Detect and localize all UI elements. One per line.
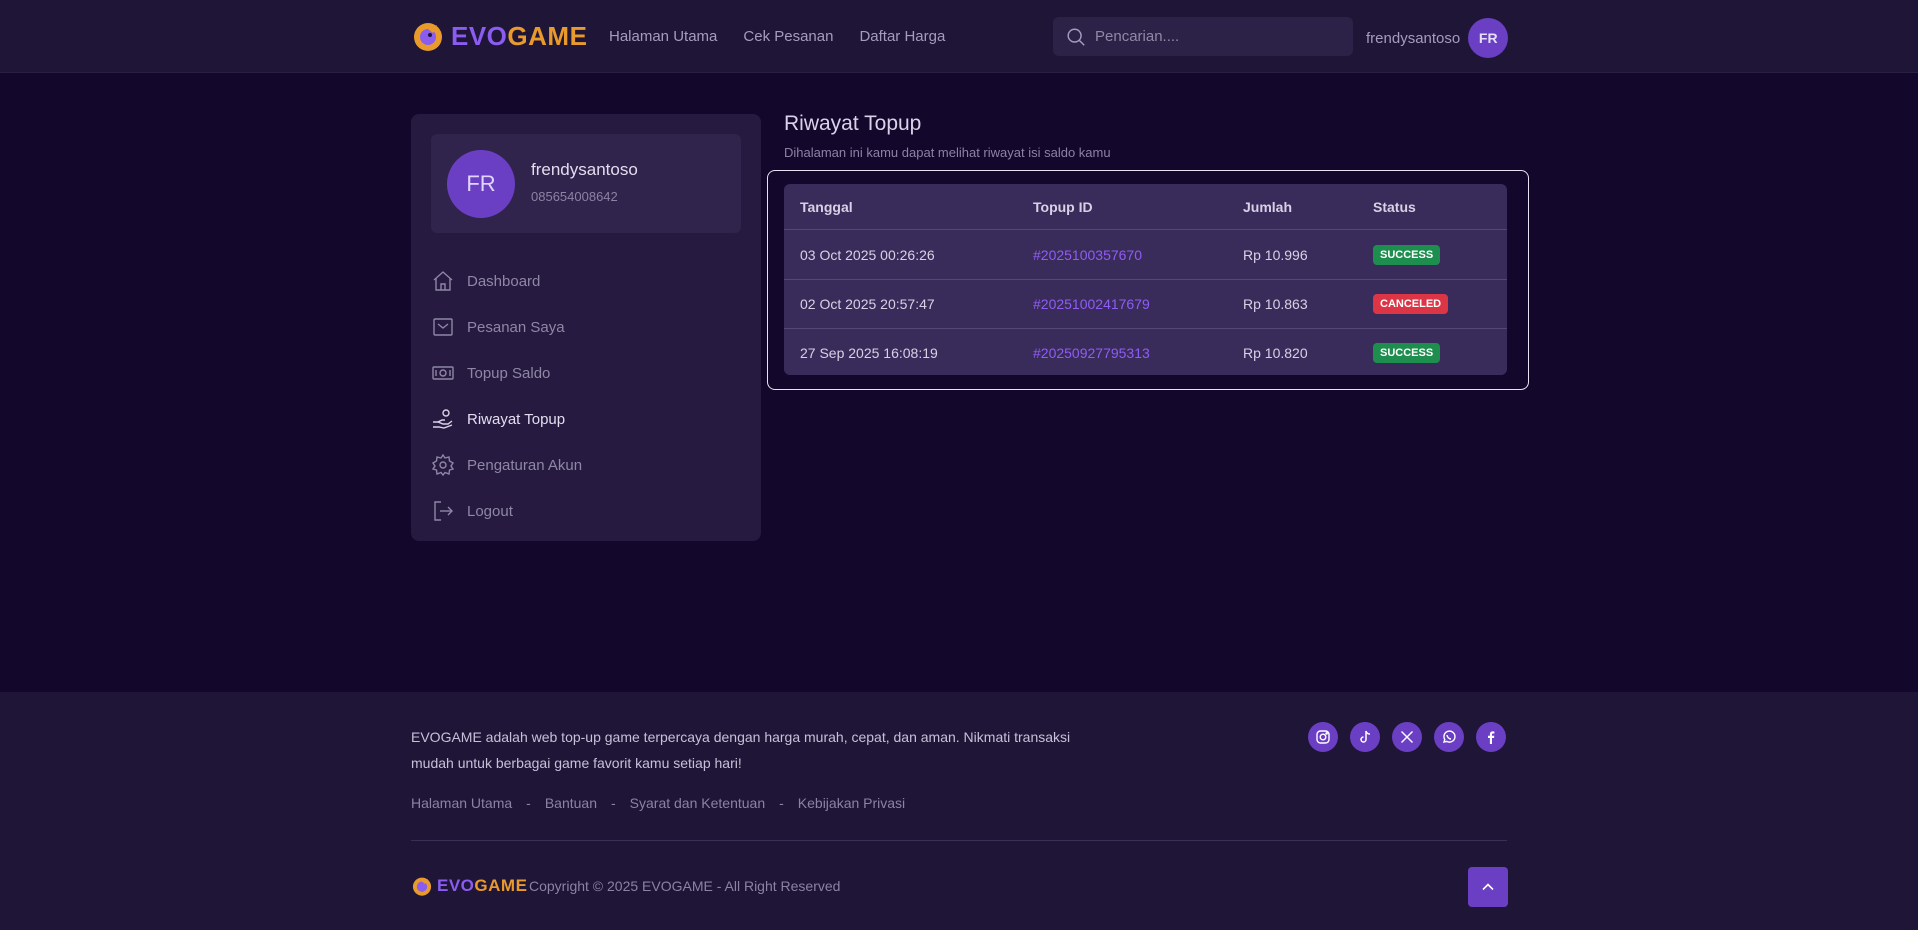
search-input[interactable] [1095,28,1335,45]
logo-text: EVOGAME [451,21,587,52]
footer-separator: - [779,795,784,811]
sidebar-item-pengaturan-akun[interactable]: Pengaturan Akun [431,442,741,488]
sidebar-item-label: Topup Saldo [467,364,551,382]
row-amount: Rp 10.996 [1243,246,1308,263]
row-date: 27 Sep 2025 16:08:19 [800,345,938,361]
sidebar-item-label: Logout [467,502,513,520]
status-badge: CANCELED [1373,294,1449,314]
row-status: CANCELED [1373,294,1449,314]
sidebar: FR frendysantoso 085654008642 Dashboard … [411,114,761,541]
status-badge: SUCCESS [1373,244,1441,265]
row-date: 02 Oct 2025 20:57:47 [800,296,935,312]
profile-avatar: FR [447,150,515,218]
sidebar-item-dashboard[interactable]: Dashboard [431,258,741,304]
brand-logo[interactable]: EVOGAME [411,19,587,53]
table-header-row: Tanggal Topup ID Jumlah Status [784,184,1507,230]
row-date: 03 Oct 2025 00:26:26 [800,246,935,263]
gear-icon [431,453,455,477]
table-row[interactable]: 03 Oct 2025 00:26:26 #2025100357670 Rp 1… [784,230,1507,279]
money-icon [432,366,454,380]
main-nav: Halaman Utama Cek Pesanan Daftar Harga [609,28,945,45]
footer-link-halaman-utama[interactable]: Halaman Utama [411,795,512,811]
scroll-to-top-button[interactable] [1468,867,1508,907]
top-header: EVOGAME Halaman Utama Cek Pesanan Daftar… [0,0,1918,73]
sidebar-item-topup-saldo[interactable]: Topup Saldo [431,350,741,396]
sidebar-item-riwayat-topup[interactable]: Riwayat Topup [431,396,741,442]
header-username: frendysantoso [1366,29,1461,47]
sidebar-item-label: Dashboard [467,272,541,290]
table-row[interactable]: 27 Sep 2025 16:08:19 #20250927795313 Rp … [784,328,1507,375]
page-subtitle: Dihalaman ini kamu dapat melihat riwayat… [784,145,1111,160]
nav-daftar-harga[interactable]: Daftar Harga [859,28,945,45]
whatsapp-icon [1442,730,1456,743]
footer-separator: - [611,795,616,811]
sidebar-item-pesanan-saya[interactable]: Pesanan Saya [431,304,741,350]
sidebar-item-label: Pengaturan Akun [467,456,583,474]
search-box [1053,17,1353,56]
social-x[interactable] [1392,722,1422,752]
logo-game: GAME [507,20,588,51]
copyright-text: Copyright © 2025 EVOGAME - All Right Res… [529,878,841,894]
profile-phone: 085654008642 [531,189,618,204]
footer-link-kebijakan-privasi[interactable]: Kebijakan Privasi [798,795,905,811]
footer-description: EVOGAME adalah web top-up game terpercay… [411,729,1071,771]
footer-link-syarat[interactable]: Syarat dan Ketentuan [630,795,765,811]
nav-cek-pesanan[interactable]: Cek Pesanan [743,28,833,45]
footer-link-bantuan[interactable]: Bantuan [545,795,597,811]
row-amount: Rp 10.820 [1243,345,1308,361]
sidebar-item-label: Riwayat Topup [467,410,566,428]
status-badge: SUCCESS [1373,343,1441,363]
row-topup-id-link[interactable]: #20250927795313 [1033,345,1150,361]
footer-links: Halaman Utama - Bantuan - Syarat dan Ket… [411,795,905,811]
row-topup-id-link[interactable]: #2025100357670 [1033,247,1142,263]
sidebar-menu: Dashboard Pesanan Saya Topup Saldo Riway… [431,258,741,534]
footer-separator: - [526,795,531,811]
footer-brand-logo[interactable]: EVOGAME [411,875,527,897]
column-header-topup-id[interactable]: Topup ID [1033,199,1093,215]
home-icon [433,271,453,291]
inbox-icon [433,318,453,336]
x-icon [1401,731,1413,743]
column-header-jumlah[interactable]: Jumlah [1243,199,1292,215]
row-status: SUCCESS [1373,244,1441,265]
sidebar-item-label: Pesanan Saya [467,318,565,336]
user-menu[interactable]: frendysantoso FR [1366,18,1509,58]
chevron-up-icon [1482,883,1494,891]
footer-logo-text: EVOGAME [437,876,527,896]
table-row[interactable]: 02 Oct 2025 20:57:47 #2025100241767​9 Rp… [784,279,1507,328]
row-topup-id-link[interactable]: #2025100241767​9 [1033,296,1150,312]
footer-divider [411,840,1507,841]
social-tiktok[interactable] [1350,722,1380,752]
nav-halaman-utama[interactable]: Halaman Utama [609,28,717,45]
logo-evo: EVO [437,876,475,895]
social-instagram[interactable] [1308,722,1338,752]
sidebar-item-logout[interactable]: Logout [431,488,741,534]
hand-coins-icon [433,409,453,429]
profile-name: frendysantoso [531,160,638,179]
profile-card: FR frendysantoso 085654008642 [431,134,741,233]
tiktok-icon [1360,730,1371,743]
dragon-logo-icon [414,23,442,51]
footer: EVOGAME adalah web top-up game terpercay… [0,692,1918,930]
dragon-logo-icon [412,877,432,896]
row-status: SUCCESS [1373,343,1441,363]
page-title: Riwayat Topup [784,112,922,135]
search-icon [1067,27,1085,46]
social-whatsapp[interactable] [1434,722,1464,752]
row-amount: Rp 10.863 [1243,296,1308,312]
logout-icon [434,501,453,521]
logo-game: GAME [474,876,528,895]
social-links [1308,722,1506,752]
column-header-tanggal[interactable]: Tanggal [800,199,853,215]
column-header-status[interactable]: Status [1373,199,1416,215]
social-facebook[interactable] [1476,722,1506,752]
logo-evo: EVO [451,20,508,51]
instagram-icon [1316,730,1330,744]
avatar: FR [1468,18,1509,58]
facebook-icon [1488,731,1495,744]
topup-history-table: Tanggal Topup ID Jumlah Status 03 Oct 20… [784,184,1507,375]
